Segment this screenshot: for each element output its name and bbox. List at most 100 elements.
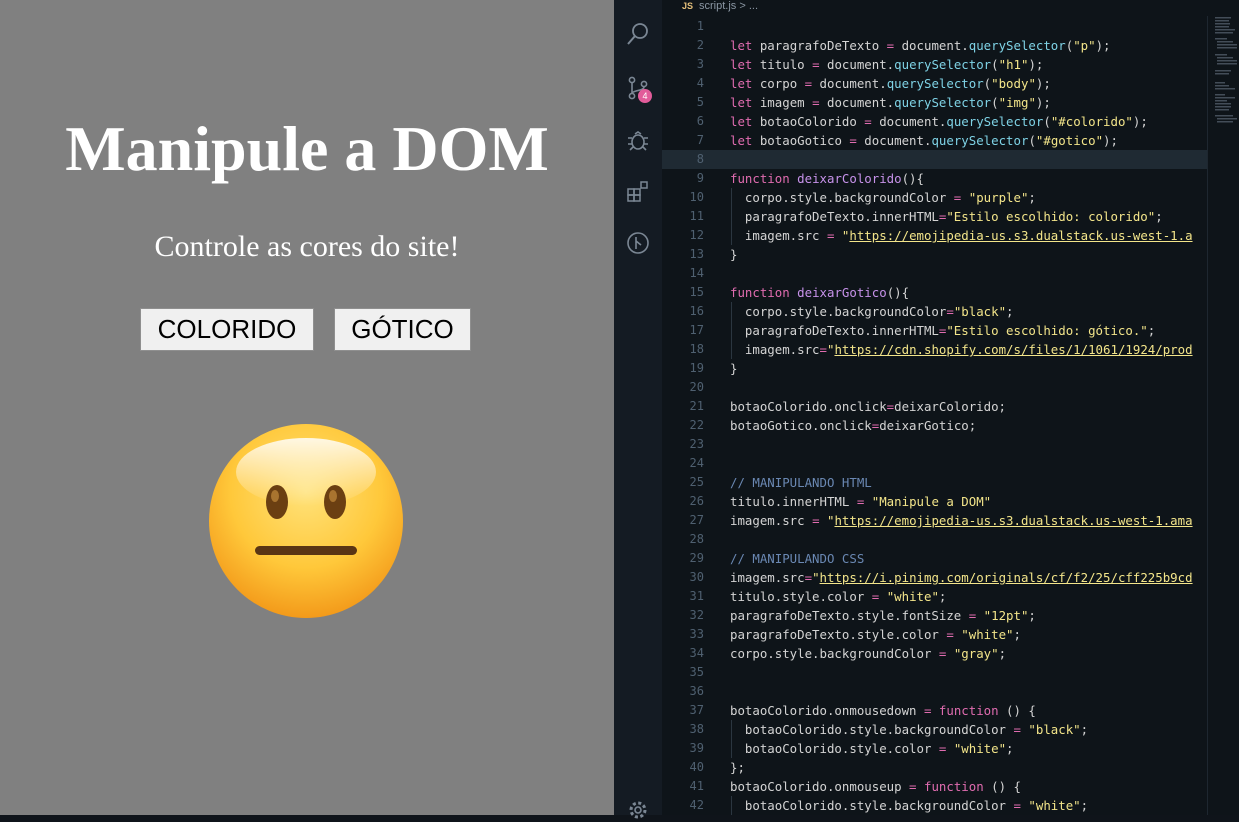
code-line[interactable]: 34 corpo.style.backgroundColor = "gray";: [662, 644, 1207, 663]
code-line[interactable]: 18 imagem.src="https://cdn.shopify.com/s…: [662, 340, 1207, 359]
code-line[interactable]: 30 imagem.src="https://i.pinimg.com/origi…: [662, 568, 1207, 587]
line-number: 41: [689, 779, 704, 793]
line-number: 11: [689, 209, 704, 223]
code-line[interactable]: 24: [662, 454, 1207, 473]
line-number: 33: [689, 627, 704, 641]
page-subtitle: Controle as cores do site!: [154, 230, 460, 263]
line-number: 34: [689, 646, 704, 660]
code-line[interactable]: 3 let titulo = document.querySelector("h1…: [662, 55, 1207, 74]
line-number: 36: [689, 684, 704, 698]
code-line[interactable]: 26 titulo.innerHTML = "Manipule a DOM": [662, 492, 1207, 511]
code-line[interactable]: 9 function deixarColorido(){: [662, 169, 1207, 188]
line-number: 9: [696, 171, 704, 185]
code-line[interactable]: 2 let paragrafoDeTexto = document.querySe…: [662, 36, 1207, 55]
code-text: imagem.src = "https://emojipedia-us.s3.d…: [730, 228, 1193, 243]
code-line[interactable]: 38 botaoColorido.style.backgroundColor =…: [662, 720, 1207, 739]
line-number: 14: [689, 266, 704, 280]
line-number: 29: [689, 551, 704, 565]
code-line[interactable]: 10 corpo.style.backgroundColor = "purple…: [662, 188, 1207, 207]
breadcrumb-filename[interactable]: script.js: [699, 0, 736, 12]
code-line[interactable]: 35: [662, 663, 1207, 682]
line-number: 38: [689, 722, 704, 736]
code-text: let botaoGotico = document.querySelector…: [730, 133, 1118, 148]
code-text: titulo.innerHTML = "Manipule a DOM": [730, 494, 992, 509]
code-line[interactable]: 42 botaoColorido.style.backgroundColor =…: [662, 796, 1207, 815]
code-text: let imagem = document.querySelector("img…: [730, 95, 1051, 110]
code-line[interactable]: 40};: [662, 758, 1207, 777]
line-number: 28: [689, 532, 704, 546]
git-graph-icon[interactable]: [626, 231, 650, 255]
line-number: 15: [689, 285, 704, 299]
code-line[interactable]: 4 let corpo = document.querySelector("bod…: [662, 74, 1207, 93]
code-line[interactable]: 27 imagem.src = "https://emojipedia-us.s3…: [662, 511, 1207, 530]
code-text: // MANIPULANDO CSS: [730, 551, 865, 566]
breadcrumb: JS script.js > ...: [662, 0, 1239, 16]
code-line[interactable]: 11 paragrafoDeTexto.innerHTML="Estilo es…: [662, 207, 1207, 226]
code-line[interactable]: 36: [662, 682, 1207, 701]
extensions-icon[interactable]: [626, 180, 650, 204]
code-text: };: [730, 760, 745, 775]
gear-icon[interactable]: [626, 798, 650, 822]
code-line[interactable]: 5 let imagem = document.querySelector("im…: [662, 93, 1207, 112]
code-line[interactable]: 41 botaoColorido.onmouseup = function () …: [662, 777, 1207, 796]
line-number: 27: [689, 513, 704, 527]
code-text: function deixarGotico(){: [730, 285, 910, 300]
line-number: 17: [689, 323, 704, 337]
code-line[interactable]: 37 botaoColorido.onmousedown = function (…: [662, 701, 1207, 720]
code-text: let titulo = document.querySelector("h1"…: [730, 57, 1044, 72]
code-text: botaoColorido.onmousedown = function () …: [730, 703, 1036, 718]
code-text: let corpo = document.querySelector("body…: [730, 76, 1051, 91]
breadcrumb-more[interactable]: > ...: [739, 0, 758, 12]
colorido-button[interactable]: COLORIDO: [140, 308, 314, 351]
code-line[interactable]: 20: [662, 378, 1207, 397]
code-line[interactable]: 32 paragrafoDeTexto.style.fontSize = "12p…: [662, 606, 1207, 625]
code-line[interactable]: 7 let botaoGotico = document.querySelecto…: [662, 131, 1207, 150]
code-text: imagem.src="https://cdn.shopify.com/s/fi…: [730, 342, 1193, 357]
code-line[interactable]: 1: [662, 17, 1207, 36]
code-line[interactable]: 25 // MANIPULANDO HTML: [662, 473, 1207, 492]
line-number: 2: [696, 38, 704, 52]
line-number: 35: [689, 665, 704, 679]
code-line[interactable]: 28: [662, 530, 1207, 549]
code-line[interactable]: 17 paragrafoDeTexto.innerHTML="Estilo es…: [662, 321, 1207, 340]
code-text: // MANIPULANDO HTML: [730, 475, 872, 490]
debug-icon[interactable]: [626, 128, 650, 152]
code-text: corpo.style.backgroundColor="black";: [730, 304, 1014, 319]
gotico-button[interactable]: GÓTICO: [334, 308, 471, 351]
code-line[interactable]: 8: [662, 150, 1207, 169]
code-line[interactable]: 23: [662, 435, 1207, 454]
code-line[interactable]: 13}: [662, 245, 1207, 264]
code-line[interactable]: 33 paragrafoDeTexto.style.color = "white"…: [662, 625, 1207, 644]
line-number: 21: [689, 399, 704, 413]
code-line[interactable]: 29 // MANIPULANDO CSS: [662, 549, 1207, 568]
line-number: 25: [689, 475, 704, 489]
scrollbar-track[interactable]: [1207, 16, 1208, 815]
search-icon[interactable]: [626, 22, 650, 46]
line-number: 20: [689, 380, 704, 394]
code-line[interactable]: 12 imagem.src = "https://emojipedia-us.s…: [662, 226, 1207, 245]
line-number: 6: [696, 114, 704, 128]
line-number: 3: [696, 57, 704, 71]
code-text: imagem.src="https://i.pinimg.com/origina…: [730, 570, 1193, 585]
line-number: 10: [689, 190, 704, 204]
code-text: botaoColorido.style.color = "white";: [730, 741, 1014, 756]
code-line[interactable]: 39 botaoColorido.style.color = "white";: [662, 739, 1207, 758]
code-line[interactable]: 31 titulo.style.color = "white";: [662, 587, 1207, 606]
code-text: paragrafoDeTexto.style.fontSize = "12pt"…: [730, 608, 1036, 623]
line-number: 1: [696, 19, 704, 33]
line-number: 24: [689, 456, 704, 470]
code-line[interactable]: 16 corpo.style.backgroundColor="black";: [662, 302, 1207, 321]
code-line[interactable]: 19}: [662, 359, 1207, 378]
code-text: botaoColorido.style.backgroundColor = "w…: [730, 798, 1089, 813]
line-number: 19: [689, 361, 704, 375]
code-line[interactable]: 21 botaoColorido.onclick=deixarColorido;: [662, 397, 1207, 416]
code-text: }: [730, 361, 738, 376]
code-text: corpo.style.backgroundColor = "purple";: [730, 190, 1036, 205]
code-line[interactable]: 22 botaoGotico.onclick=deixarGotico;: [662, 416, 1207, 435]
code-text: botaoColorido.onmouseup = function () {: [730, 779, 1021, 794]
minimap[interactable]: [1211, 14, 1239, 124]
code-line[interactable]: 6 let botaoColorido = document.querySelec…: [662, 112, 1207, 131]
code-line[interactable]: 15 function deixarGotico(){: [662, 283, 1207, 302]
page-title: Manipule a DOM: [65, 113, 549, 184]
code-line[interactable]: 14: [662, 264, 1207, 283]
